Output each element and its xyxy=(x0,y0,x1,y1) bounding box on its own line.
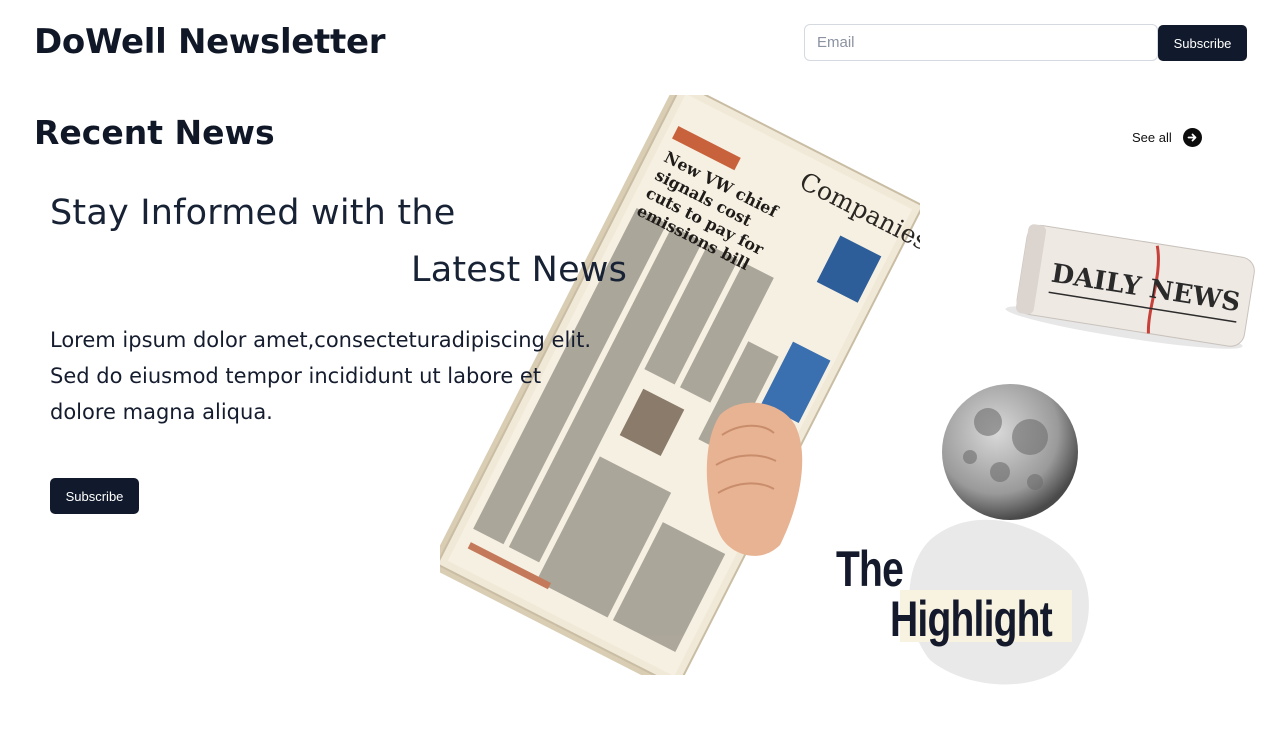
highlight-line2: Highlight xyxy=(890,591,1053,647)
hero-headline-line2: Latest News xyxy=(411,250,628,290)
see-all-label: See all xyxy=(1132,130,1172,145)
header-subscribe-button[interactable]: Subscribe xyxy=(1158,25,1247,61)
brand-title: DoWell Newsletter xyxy=(34,22,386,62)
see-all-link[interactable]: See all xyxy=(1132,128,1202,147)
arrow-right-circle-icon xyxy=(1182,128,1202,147)
moon-icon xyxy=(942,384,1078,520)
hand-illustration xyxy=(706,402,803,556)
hero-body-text: Lorem ipsum dolor amet,consecteturadipis… xyxy=(50,328,592,424)
section-title: Recent News xyxy=(34,113,275,152)
rolled-newspaper-illustration: DAILY NEWS xyxy=(1005,224,1255,349)
hero-subscribe-button[interactable]: Subscribe xyxy=(50,478,139,514)
email-input[interactable] xyxy=(804,24,1158,61)
hero-headline-line1: Stay Informed with the xyxy=(50,193,456,233)
